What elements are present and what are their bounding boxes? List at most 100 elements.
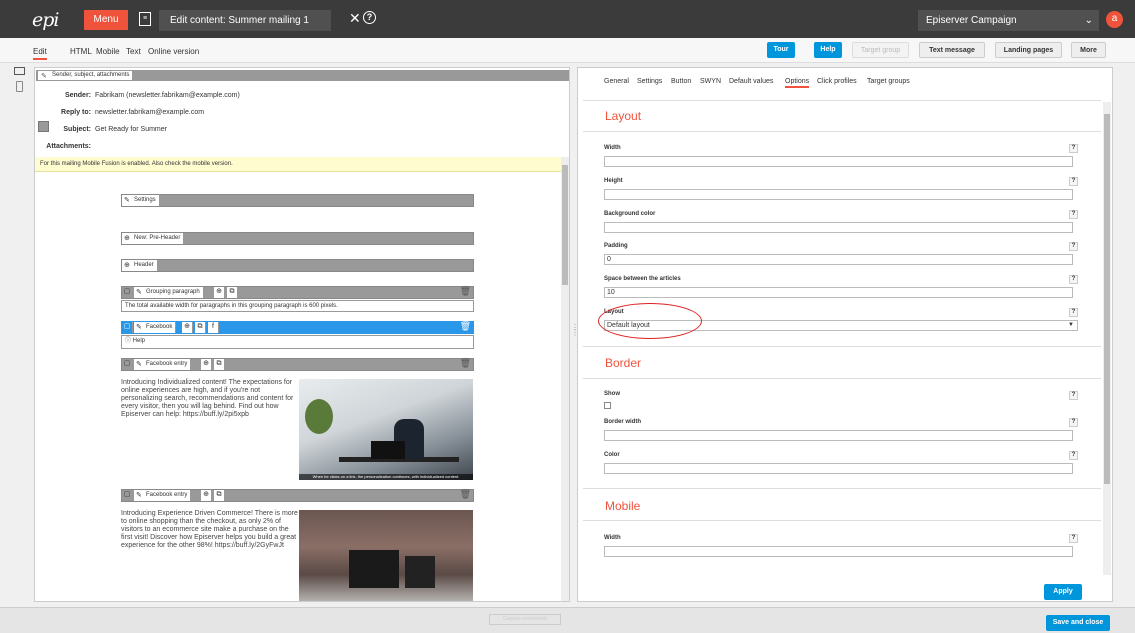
editor-scrollbar[interactable] bbox=[561, 157, 569, 601]
tour-button[interactable]: Tour bbox=[767, 42, 795, 58]
trash-icon[interactable]: 🗑 bbox=[460, 489, 471, 500]
layout-help-button[interactable]: ? bbox=[1069, 308, 1078, 317]
preheader-block[interactable]: ⊕ New: Pre-Header bbox=[121, 232, 474, 245]
grouping-paragraph-label[interactable]: ✎ Grouping paragraph bbox=[134, 287, 204, 298]
height-input[interactable] bbox=[604, 189, 1073, 200]
tab-click-profiles[interactable]: Click profiles bbox=[817, 78, 857, 85]
background-color-help-button[interactable]: ? bbox=[1069, 210, 1078, 219]
tab-default-values[interactable]: Default values bbox=[729, 78, 773, 85]
desktop-icon[interactable] bbox=[14, 67, 25, 75]
reply-value: newsletter.fabrikam@example.com bbox=[95, 109, 205, 116]
show-help-button[interactable]: ? bbox=[1069, 391, 1078, 400]
grouping-paragraph-block[interactable]: ▢ ✎ Grouping paragraph ⊕ ⧉ 🗑 bbox=[121, 286, 474, 299]
color-help-button[interactable]: ? bbox=[1069, 451, 1078, 460]
facebook-block-label[interactable]: ✎ Facebook bbox=[134, 322, 177, 333]
border-width-input[interactable] bbox=[604, 430, 1073, 441]
close-icon[interactable]: ✕ bbox=[349, 10, 361, 27]
header-block-text: Header bbox=[134, 262, 154, 268]
pencil-icon: ✎ bbox=[136, 492, 142, 499]
grouping-paragraph-text: Grouping paragraph bbox=[146, 289, 200, 295]
width-input[interactable] bbox=[604, 156, 1073, 167]
tab-settings[interactable]: Settings bbox=[637, 78, 662, 85]
space-input[interactable]: 10 bbox=[604, 287, 1073, 298]
color-label: Color bbox=[604, 452, 620, 458]
top-bar: epi Menu ≡ Edit content: Summer mailing … bbox=[0, 0, 1135, 38]
copy-icon[interactable]: ⧉ bbox=[195, 322, 206, 333]
move-icon[interactable]: ⊕ bbox=[182, 322, 193, 333]
tab-edit[interactable]: Edit bbox=[33, 47, 47, 60]
subject-row: Subject: Get Ready for Summer bbox=[35, 126, 167, 133]
header-block-label[interactable]: ⊕ Header bbox=[122, 260, 158, 271]
header-block[interactable]: ⊕ Header bbox=[121, 259, 474, 272]
mobile-width-help-button[interactable]: ? bbox=[1069, 534, 1078, 543]
trash-icon[interactable]: 🗑 bbox=[460, 321, 471, 332]
tab-button[interactable]: Button bbox=[671, 78, 691, 85]
panel-scrollbar[interactable] bbox=[1103, 102, 1111, 575]
editor-scroll-thumb[interactable] bbox=[562, 165, 568, 285]
text-message-button[interactable]: Text message bbox=[919, 42, 985, 58]
copy-icon[interactable]: ⧉ bbox=[227, 287, 238, 298]
more-button[interactable]: More bbox=[1071, 42, 1106, 58]
tab-html[interactable]: HTML bbox=[70, 47, 92, 56]
preheader-block-label[interactable]: ⊕ New: Pre-Header bbox=[122, 233, 185, 244]
plus-icon: ⊕ bbox=[124, 262, 130, 269]
tab-online-version[interactable]: Online version bbox=[148, 47, 199, 56]
sender-row: Sender: Fabrikam (newsletter.fabrikam@exa… bbox=[35, 92, 240, 99]
copy-icon[interactable]: ⧉ bbox=[214, 490, 225, 501]
space-help-button[interactable]: ? bbox=[1069, 275, 1078, 284]
help-row[interactable]: ⓘ Help bbox=[121, 335, 474, 349]
avatar[interactable]: a bbox=[1106, 11, 1123, 28]
capture-screenshot-button[interactable]: Capture screenshot bbox=[489, 614, 561, 625]
facebook-entry-block[interactable]: ▢ ✎ Facebook entry ⊕ ⧉ 🗑 bbox=[121, 358, 474, 371]
tab-text[interactable]: Text bbox=[126, 47, 141, 56]
background-color-input[interactable] bbox=[604, 222, 1073, 233]
facebook-block[interactable]: ▢ ✎ Facebook ⊕ ⧉ f 🗑 bbox=[121, 321, 474, 334]
reply-label: Reply to: bbox=[61, 109, 91, 116]
move-icon[interactable]: ⊕ bbox=[214, 287, 225, 298]
color-input[interactable] bbox=[604, 463, 1073, 474]
landing-pages-button[interactable]: Landing pages bbox=[995, 42, 1062, 58]
show-checkbox[interactable] bbox=[604, 402, 611, 409]
background-color-label: Background color bbox=[604, 211, 656, 217]
plant-shape bbox=[305, 399, 333, 434]
copy-icon[interactable]: ⧉ bbox=[214, 359, 225, 370]
bottom-bar: Capture screenshot Save and close bbox=[0, 607, 1135, 633]
settings-block-label[interactable]: ✎ Settings bbox=[122, 195, 160, 206]
help-icon[interactable]: ? bbox=[363, 11, 376, 24]
help-button[interactable]: Help bbox=[814, 42, 842, 58]
tab-target-groups[interactable]: Target groups bbox=[867, 78, 910, 85]
select-arrow-icon: ▼ bbox=[1068, 322, 1074, 328]
trash-icon[interactable]: 🗑 bbox=[460, 358, 471, 369]
mobile-width-input[interactable] bbox=[604, 546, 1073, 557]
tab-options[interactable]: Options bbox=[785, 78, 810, 88]
tab-swyn[interactable]: SWYN bbox=[700, 78, 721, 85]
facebook-entry-label[interactable]: ✎ Facebook entry bbox=[134, 359, 192, 370]
target-group-button[interactable]: Target group bbox=[852, 42, 909, 58]
tab-general[interactable]: General bbox=[604, 78, 629, 85]
help-icon: ⓘ bbox=[125, 338, 133, 344]
padding-input[interactable]: 0 bbox=[604, 254, 1073, 265]
apply-button[interactable]: Apply bbox=[1044, 584, 1082, 600]
facebook-entry-block-2[interactable]: ▢ ✎ Facebook entry ⊕ ⧉ 🗑 bbox=[121, 489, 474, 502]
header-section-bar[interactable]: ✎ Sender, subject, attachments bbox=[36, 70, 569, 81]
facebook-entry-text-2: Facebook entry bbox=[146, 492, 188, 498]
account-name: Episerver Campaign bbox=[926, 15, 1017, 26]
tab-mobile[interactable]: Mobile bbox=[96, 47, 120, 56]
height-help-button[interactable]: ? bbox=[1069, 177, 1078, 186]
save-and-close-button[interactable]: Save and close bbox=[1046, 615, 1110, 631]
header-section-label[interactable]: ✎ Sender, subject, attachments bbox=[37, 70, 134, 81]
move-icon[interactable]: ⊕ bbox=[201, 359, 212, 370]
trash-icon[interactable]: 🗑 bbox=[460, 286, 471, 297]
padding-help-button[interactable]: ? bbox=[1069, 242, 1078, 251]
facebook-entry-label-2[interactable]: ✎ Facebook entry bbox=[134, 490, 192, 501]
divider bbox=[583, 520, 1101, 521]
move-icon[interactable]: ⊕ bbox=[201, 490, 212, 501]
menu-button[interactable]: Menu bbox=[84, 10, 128, 30]
article-2-text: Introducing Experience Driven Commerce! … bbox=[121, 510, 298, 549]
settings-block[interactable]: ✎ Settings bbox=[121, 194, 474, 207]
account-select[interactable]: Episerver Campaign ⌄ bbox=[918, 10, 1099, 31]
panel-scroll-thumb[interactable] bbox=[1104, 114, 1110, 484]
width-help-button[interactable]: ? bbox=[1069, 144, 1078, 153]
mobile-icon[interactable] bbox=[16, 81, 23, 92]
border-width-help-button[interactable]: ? bbox=[1069, 418, 1078, 427]
